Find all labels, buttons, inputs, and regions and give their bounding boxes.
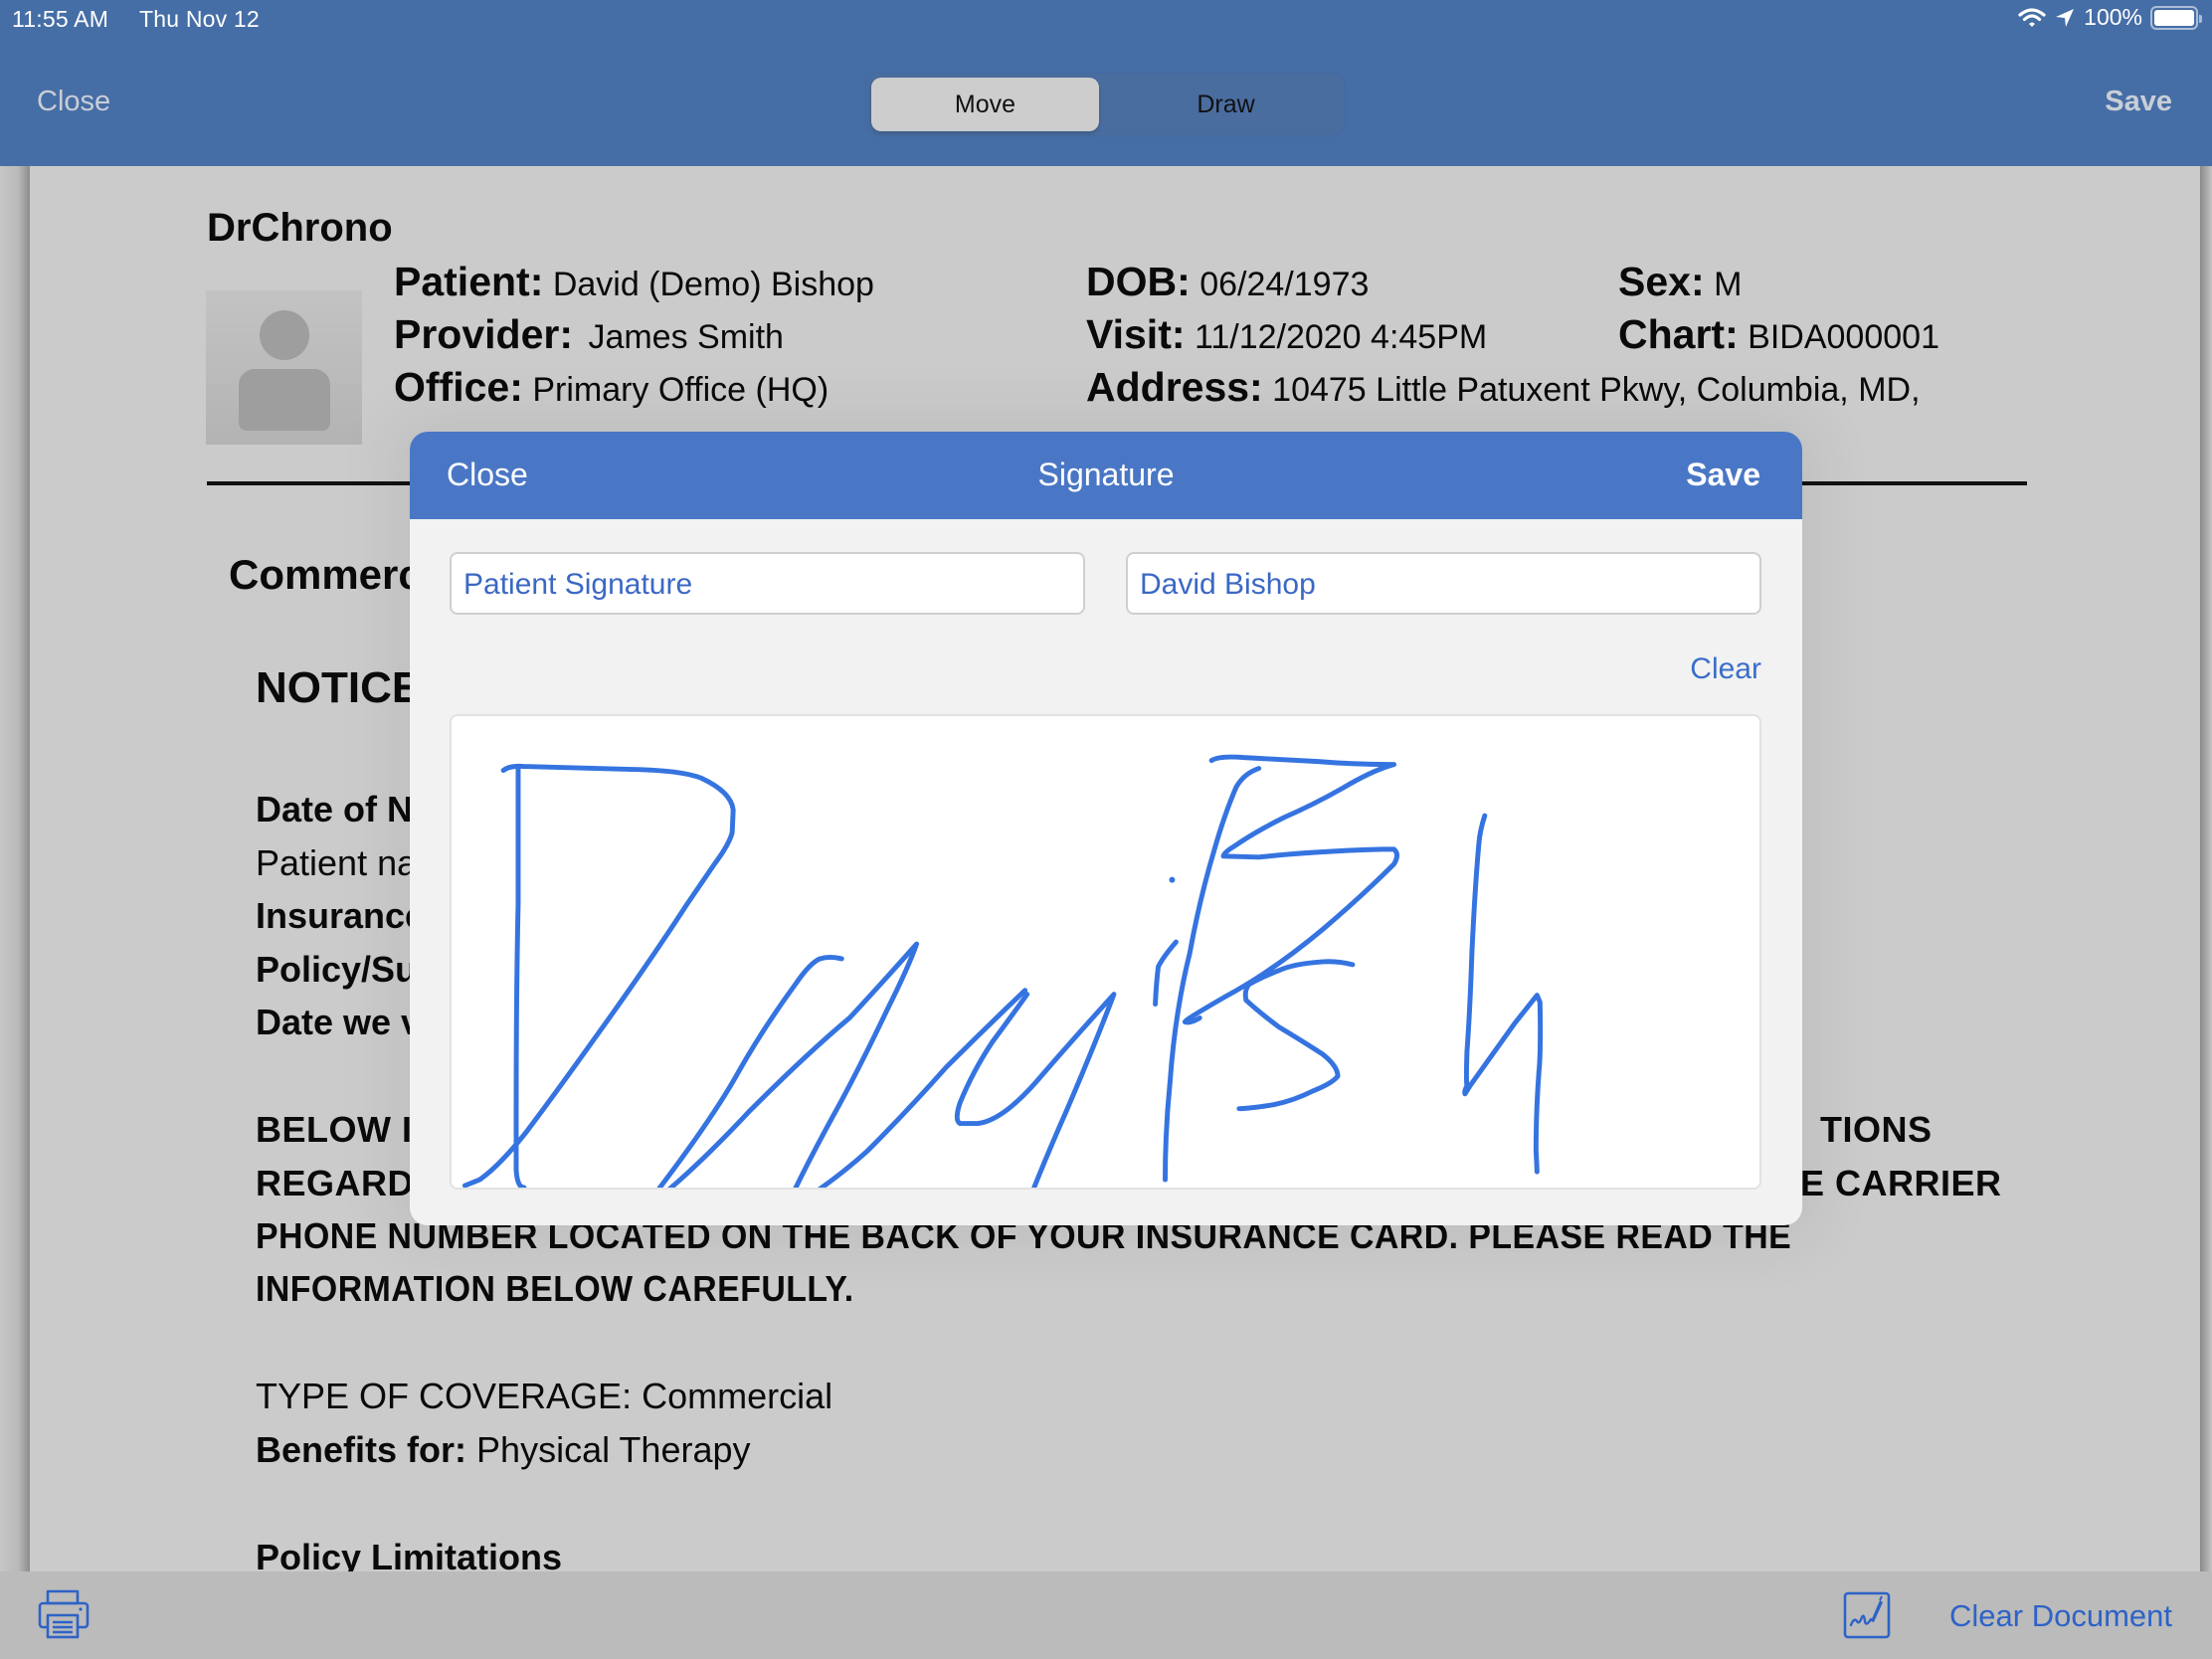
- clear-document-button[interactable]: Clear Document: [1949, 1598, 2172, 1634]
- patient-label: Patient:: [394, 259, 544, 304]
- sex-value: M: [1714, 266, 1743, 303]
- caps-line-2-start: REGARD: [256, 1163, 415, 1203]
- patient-avatar: [206, 290, 362, 445]
- address-label: Address:: [1086, 364, 1263, 410]
- caps-line-1-end: TIONS: [1820, 1109, 1933, 1150]
- brand-title: DrChrono: [207, 206, 393, 250]
- signature-strokes: [461, 754, 1544, 1188]
- provider-row: Provider: James Smith: [394, 311, 784, 358]
- mode-segmented-control: Move Draw: [867, 74, 1345, 135]
- signature-modal-header: Close Signature Save: [410, 432, 1802, 519]
- signature-stroke: [1462, 813, 1544, 1175]
- signature-stroke: [1236, 959, 1356, 1112]
- office-label: Office:: [394, 364, 523, 410]
- avatar-head-icon: [260, 310, 309, 360]
- page-gutter-left: [0, 166, 30, 1571]
- dob-row: DOB: 06/24/1973: [1086, 259, 1369, 305]
- battery-icon: [2150, 5, 2202, 30]
- signature-stroke: [954, 992, 1117, 1188]
- chart-row: Chart: BIDA000001: [1618, 311, 1939, 358]
- visit-row: Visit: 11/12/2020 4:45PM: [1086, 311, 1487, 358]
- print-button[interactable]: [38, 1589, 90, 1639]
- sign-document-button[interactable]: [1843, 1591, 1891, 1639]
- dob-label: DOB:: [1086, 259, 1191, 304]
- benefits-value: Physical Therapy: [476, 1429, 751, 1470]
- benefits-label: Benefits for:: [256, 1429, 467, 1470]
- chart-value: BIDA000001: [1748, 318, 1939, 356]
- signature-pad[interactable]: [450, 714, 1761, 1190]
- provider-value: James Smith: [588, 318, 784, 356]
- location-arrow-icon: [2056, 8, 2075, 27]
- modal-title: Signature: [1037, 457, 1175, 492]
- signature-stroke: [1153, 939, 1179, 1008]
- patient-row: Patient: David (Demo) Bishop: [394, 259, 874, 305]
- doc-line: Patient na: [256, 842, 418, 883]
- signature-modal: Close Signature Save Patient Signature D…: [410, 432, 1802, 1225]
- signature-stroke: [656, 954, 844, 1188]
- signature-pen-icon: [1843, 1591, 1891, 1639]
- page-gutter-right: [2200, 166, 2212, 1571]
- bottom-toolbar: Clear Document: [0, 1571, 2212, 1659]
- notice-title: NOTICE: [256, 663, 422, 712]
- avatar-body-icon: [239, 369, 330, 431]
- signature-stroke: [1163, 766, 1262, 1183]
- close-button[interactable]: Close: [37, 86, 110, 118]
- doc-line: Insurance: [256, 895, 426, 936]
- visit-value: 11/12/2020 4:45PM: [1194, 318, 1488, 356]
- dob-value: 06/24/1973: [1199, 266, 1370, 303]
- caps-line-2-end: E CARRIER: [1800, 1163, 2002, 1203]
- patient-value: David (Demo) Bishop: [552, 266, 874, 303]
- signature-type-field[interactable]: Patient Signature: [450, 552, 1085, 615]
- sex-row: Sex: M: [1618, 259, 1742, 305]
- app-root: 11:55 AM Thu Nov 12 100% Close Move Draw…: [0, 0, 2212, 1659]
- policy-limitations-heading: Policy Limitations: [256, 1537, 563, 1571]
- signer-name-field[interactable]: David Bishop: [1126, 552, 1761, 615]
- status-time: 11:55 AM: [12, 6, 109, 32]
- battery-percent: 100%: [2084, 4, 2142, 30]
- modal-save-button[interactable]: Save: [1686, 457, 1760, 493]
- doc-line: Date of N: [256, 789, 414, 830]
- signature-stroke: [1182, 754, 1399, 1025]
- top-navigation-bar: 11:55 AM Thu Nov 12 100% Close Move Draw…: [0, 0, 2212, 166]
- office-row: Office: Primary Office (HQ): [394, 364, 829, 411]
- caps-line-4: INFORMATION BELOW CAREFULLY.: [256, 1268, 854, 1309]
- clear-signature-button[interactable]: Clear: [1690, 652, 1761, 686]
- caps-line-1-start: BELOW I: [256, 1109, 413, 1150]
- office-value: Primary Office (HQ): [532, 371, 830, 409]
- coverage-value: Commercial: [642, 1376, 833, 1416]
- visit-label: Visit:: [1086, 311, 1186, 357]
- modal-close-button[interactable]: Close: [447, 457, 528, 493]
- printer-icon: [38, 1589, 90, 1639]
- signature-stroke: [513, 765, 527, 1188]
- section-title: Commerc: [229, 551, 422, 598]
- sex-label: Sex:: [1618, 259, 1705, 304]
- save-button[interactable]: Save: [2105, 86, 2172, 118]
- coverage-label: TYPE OF COVERAGE:: [256, 1376, 633, 1416]
- address-row: Address: 10475 Little Patuxent Pkwy, Col…: [1086, 364, 1921, 411]
- chart-label: Chart:: [1618, 311, 1739, 357]
- coverage-row: TYPE OF COVERAGE: Commercial: [256, 1376, 832, 1417]
- status-indicators: 100%: [2018, 4, 2202, 31]
- status-date: Thu Nov 12: [139, 6, 260, 32]
- mode-move-segment[interactable]: Move: [871, 78, 1099, 131]
- mode-draw-segment[interactable]: Draw: [1112, 78, 1340, 131]
- signature-stroke: [461, 763, 736, 1188]
- wifi-icon: [2018, 7, 2046, 27]
- doc-line: Policy/Su: [256, 949, 418, 990]
- provider-label: Provider:: [394, 311, 573, 357]
- signature-dot: [1169, 876, 1176, 883]
- address-value: 10475 Little Patuxent Pkwy, Columbia, MD…: [1272, 371, 1921, 409]
- benefits-row: Benefits for: Physical Therapy: [256, 1429, 751, 1471]
- doc-line: Date we v: [256, 1002, 422, 1042]
